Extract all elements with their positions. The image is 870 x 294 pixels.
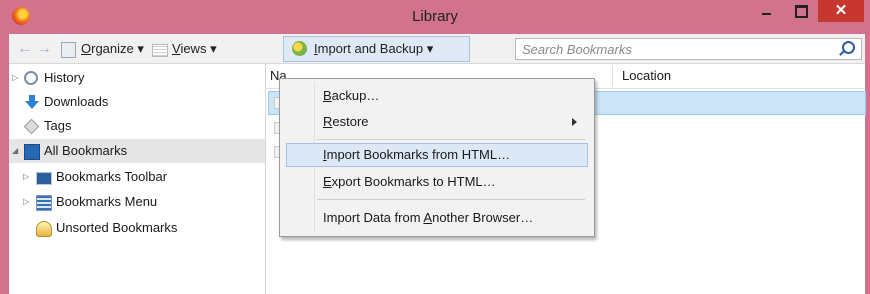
sidebar-item-history[interactable]: ▷ History (9, 66, 265, 90)
sidebar-item-downloads[interactable]: Downloads (9, 90, 265, 114)
sidebar-item-bookmarks-menu[interactable]: ▷ Bookmarks Menu (9, 190, 265, 214)
search-box[interactable] (515, 38, 862, 60)
expand-twisty-icon[interactable]: ▷ (12, 66, 18, 90)
title-bar[interactable]: Library ✕ (0, 0, 870, 34)
search-icon[interactable] (842, 41, 855, 54)
menu-item-export-bookmarks-html[interactable]: Export Bookmarks to HTML… (286, 170, 586, 194)
column-header-location[interactable]: Location (622, 68, 671, 83)
close-button[interactable]: ✕ (818, 0, 864, 22)
library-window: Library ✕ ← → Organize ▾ Views ▾ Import … (0, 0, 870, 294)
sidebar-item-bookmarks-toolbar[interactable]: ▷ Bookmarks Toolbar (9, 165, 265, 189)
menu-separator (317, 199, 585, 200)
history-icon (24, 71, 38, 85)
menu-item-import-bookmarks-html[interactable]: Import Bookmarks from HTML… (286, 143, 588, 167)
menu-item-label: Export Bookmarks to HTML… (323, 174, 496, 189)
sidebar-item-label: Downloads (44, 94, 109, 109)
views-dropdown-arrow: ▾ (206, 41, 217, 56)
menu-item-import-another-browser[interactable]: Import Data from Another Browser… (286, 206, 586, 230)
back-arrow-icon[interactable]: ← (17, 38, 33, 59)
column-divider[interactable] (612, 66, 613, 86)
expand-twisty-icon[interactable]: ▷ (23, 190, 29, 214)
search-input[interactable] (522, 39, 822, 59)
import-backup-label[interactable]: Import and Backup ▾ (314, 38, 433, 59)
sidebar-item-label: Unsorted Bookmarks (56, 220, 178, 235)
collapse-twisty-icon[interactable]: ◢ (12, 139, 18, 163)
submenu-arrow-icon (572, 118, 577, 126)
downloads-icon (25, 95, 39, 109)
import-backup-dropdown-arrow: ▾ (423, 41, 434, 56)
minimize-button[interactable] (752, 0, 782, 22)
menu-item-backup[interactable]: Backup… (286, 84, 586, 108)
maximize-button[interactable] (786, 0, 816, 22)
menu-separator (317, 139, 585, 140)
all-bookmarks-icon (24, 144, 40, 160)
menu-item-label: Import Bookmarks from HTML… (323, 147, 511, 162)
library-sidebar: ▷ History Downloads Tags ◢ All Bookmarks… (9, 64, 266, 294)
organize-dropdown-arrow: ▾ (133, 41, 144, 56)
sidebar-item-label: Bookmarks Menu (56, 194, 158, 209)
menu-item-restore[interactable]: Restore (286, 110, 586, 134)
bookmarks-toolbar-icon (36, 172, 52, 185)
views-button[interactable]: Views ▾ (172, 38, 217, 59)
menu-item-label: Restore (323, 114, 369, 129)
forward-arrow-icon[interactable]: → (36, 38, 52, 59)
import-backup-menu: Backup… Restore Import Bookmarks from HT… (279, 78, 595, 237)
organize-button[interactable]: Organize ▾ (81, 38, 144, 59)
sidebar-item-label: Bookmarks Toolbar (56, 169, 168, 184)
sidebar-item-all-bookmarks[interactable]: ◢ All Bookmarks (9, 139, 265, 163)
sidebar-item-tags[interactable]: Tags (9, 114, 265, 138)
tags-icon (23, 118, 40, 135)
unsorted-bookmarks-icon (36, 221, 52, 237)
window-title: Library (412, 8, 458, 25)
sidebar-item-label: Tags (44, 118, 72, 133)
import-backup-icon (292, 41, 307, 56)
sidebar-item-label: History (44, 70, 85, 85)
bookmarks-menu-icon (36, 195, 52, 211)
organize-accel: O (81, 41, 92, 56)
expand-twisty-icon[interactable]: ▷ (23, 165, 29, 189)
library-toolbar: ← → Organize ▾ Views ▾ Import and Backup… (9, 34, 865, 64)
sidebar-item-unsorted-bookmarks[interactable]: Unsorted Bookmarks (9, 216, 265, 240)
menu-item-label: Backup… (323, 88, 380, 103)
sidebar-item-label: All Bookmarks (44, 143, 128, 158)
menu-item-label: Import Data from Another Browser… (323, 210, 534, 225)
organize-icon (61, 42, 76, 58)
views-icon (152, 44, 168, 57)
